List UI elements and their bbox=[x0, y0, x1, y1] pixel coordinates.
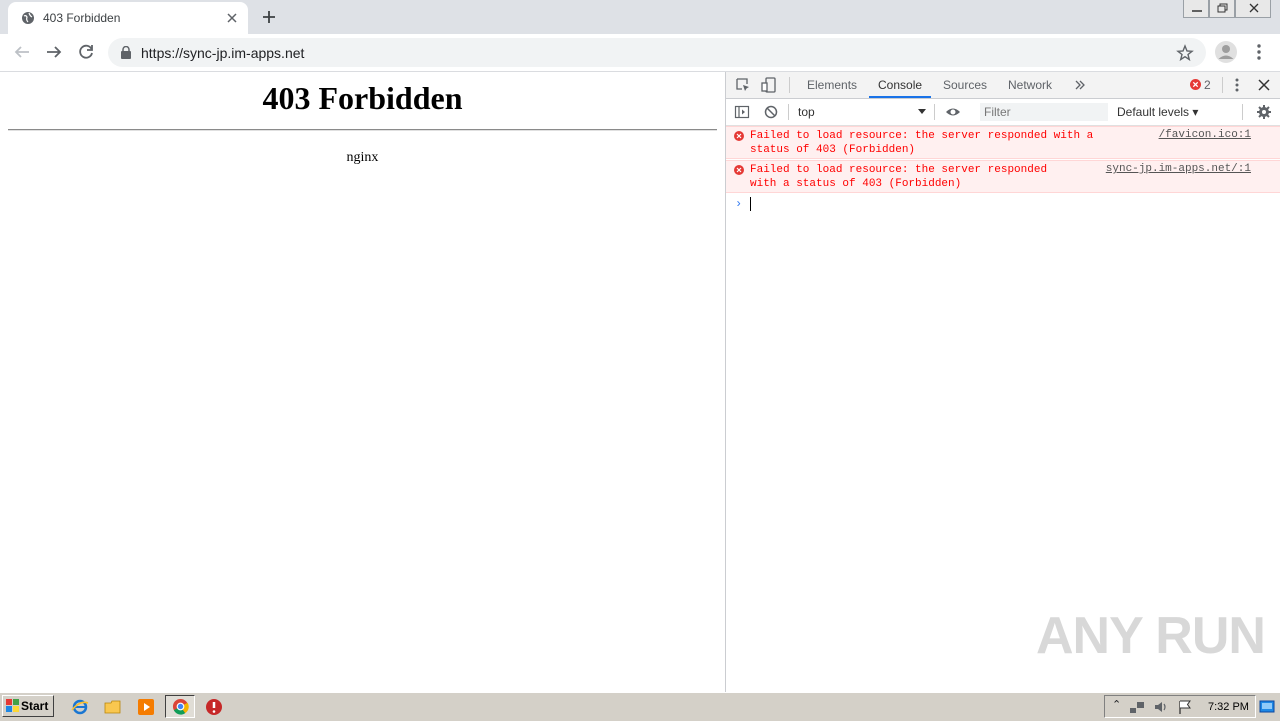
error-count-icon[interactable] bbox=[1190, 79, 1201, 90]
profile-avatar-icon[interactable] bbox=[1214, 40, 1238, 64]
context-dropdown-arrow-icon[interactable] bbox=[918, 109, 926, 114]
tab-network[interactable]: Network bbox=[1008, 72, 1052, 98]
tab-console[interactable]: Console bbox=[869, 72, 932, 98]
toolbar-separator bbox=[934, 104, 935, 120]
devtools-menu-icon[interactable] bbox=[1229, 77, 1245, 93]
windows-taskbar: Start ⌃ 7:32 PM bbox=[0, 692, 1280, 721]
devtools-tab-bar: Elements Console Sources Network 2 bbox=[726, 72, 1280, 99]
toolbar-separator bbox=[1242, 104, 1243, 120]
network-icon[interactable] bbox=[1129, 699, 1145, 715]
restore-icon bbox=[1217, 3, 1228, 13]
windows-logo-icon bbox=[6, 699, 19, 712]
restore-button[interactable] bbox=[1209, 0, 1235, 18]
close-window-button[interactable] bbox=[1235, 0, 1271, 18]
devtools-panel: Elements Console Sources Network 2 top F… bbox=[725, 72, 1280, 692]
context-selector[interactable]: top bbox=[798, 105, 815, 119]
start-button[interactable]: Start bbox=[2, 695, 54, 717]
toolbar-separator bbox=[788, 104, 789, 120]
back-arrow-icon[interactable] bbox=[11, 41, 33, 63]
tab-elements[interactable]: Elements bbox=[807, 72, 857, 98]
internet-explorer-icon[interactable] bbox=[71, 698, 89, 716]
show-desktop-icon[interactable] bbox=[1259, 699, 1275, 715]
clear-console-icon[interactable] bbox=[763, 104, 779, 120]
forward-arrow-icon[interactable] bbox=[43, 41, 65, 63]
volume-icon[interactable] bbox=[1153, 699, 1169, 715]
error-icon bbox=[734, 131, 744, 141]
console-filter-input[interactable]: Filter bbox=[980, 103, 1108, 121]
file-explorer-folder-icon[interactable] bbox=[104, 698, 122, 716]
log-levels-dropdown[interactable]: Default levels ▾ bbox=[1117, 105, 1198, 119]
close-window-icon bbox=[1249, 3, 1259, 13]
toolbar-separator bbox=[1222, 77, 1223, 93]
start-label: Start bbox=[21, 699, 49, 713]
log-levels-label: Default levels bbox=[1117, 105, 1190, 119]
taskbar-clock[interactable]: 7:32 PM bbox=[1208, 701, 1249, 713]
error-source-link[interactable]: /favicon.ico:1 bbox=[1159, 129, 1251, 141]
url-text[interactable]: https://sync-jp.im-apps.net bbox=[141, 45, 304, 61]
show-sidebar-icon[interactable] bbox=[734, 104, 750, 120]
console-input-caret[interactable] bbox=[750, 197, 751, 211]
close-tab-icon[interactable] bbox=[224, 10, 240, 26]
page-heading: 403 Forbidden bbox=[262, 80, 463, 116]
console-prompt-chevron-icon: › bbox=[735, 197, 743, 211]
browser-tab[interactable]: 403 Forbidden bbox=[8, 2, 248, 34]
action-center-flag-icon[interactable] bbox=[1177, 699, 1193, 715]
lock-icon[interactable] bbox=[120, 46, 132, 59]
reload-icon[interactable] bbox=[75, 41, 97, 63]
error-text: Failed to load resource: the server resp… bbox=[750, 164, 1048, 190]
device-toolbar-icon[interactable] bbox=[761, 77, 777, 93]
console-toolbar: top Filter Default levels ▾ bbox=[726, 99, 1280, 126]
media-player-icon[interactable] bbox=[137, 698, 155, 716]
address-bar[interactable]: https://sync-jp.im-apps.net bbox=[108, 38, 1206, 67]
more-tabs-chevron-icon[interactable] bbox=[1072, 77, 1088, 93]
console-error-message[interactable]: Failed to load resource: the server resp… bbox=[726, 160, 1280, 193]
alert-app-icon[interactable] bbox=[205, 698, 223, 716]
error-text: Failed to load resource: the server resp… bbox=[750, 130, 1094, 156]
more-options-icon[interactable] bbox=[1250, 42, 1268, 62]
browser-title-bar: 403 Forbidden bbox=[0, 0, 1280, 34]
server-name: nginx bbox=[346, 150, 379, 165]
inspect-element-icon[interactable] bbox=[735, 77, 751, 93]
anyrun-watermark: ANY RUN bbox=[1036, 607, 1266, 665]
error-source-link[interactable]: sync-jp.im-apps.net/:1 bbox=[1106, 163, 1251, 175]
minimize-icon bbox=[1192, 10, 1202, 12]
page-divider bbox=[8, 129, 717, 131]
tab-title: 403 Forbidden bbox=[43, 11, 121, 25]
live-expression-eye-icon[interactable] bbox=[945, 104, 961, 120]
new-tab-icon[interactable] bbox=[260, 8, 278, 26]
console-settings-gear-icon[interactable] bbox=[1256, 104, 1272, 120]
console-error-message[interactable]: Failed to load resource: the server resp… bbox=[726, 126, 1280, 159]
error-icon bbox=[734, 165, 744, 175]
close-devtools-icon[interactable] bbox=[1256, 77, 1272, 93]
page-content: 403 Forbidden nginx bbox=[0, 72, 725, 692]
bookmark-star-icon[interactable] bbox=[1176, 44, 1194, 62]
chrome-icon bbox=[172, 698, 189, 715]
toolbar-separator bbox=[789, 77, 790, 93]
tab-sources[interactable]: Sources bbox=[943, 72, 987, 98]
chrome-taskbar-button[interactable] bbox=[165, 695, 195, 718]
browser-toolbar: https://sync-jp.im-apps.net bbox=[0, 34, 1280, 72]
globe-icon bbox=[22, 12, 34, 24]
minimize-button[interactable] bbox=[1183, 0, 1209, 18]
error-count[interactable]: 2 bbox=[1204, 78, 1211, 92]
show-hidden-icons-chevron-icon[interactable]: ⌃ bbox=[1112, 698, 1121, 711]
